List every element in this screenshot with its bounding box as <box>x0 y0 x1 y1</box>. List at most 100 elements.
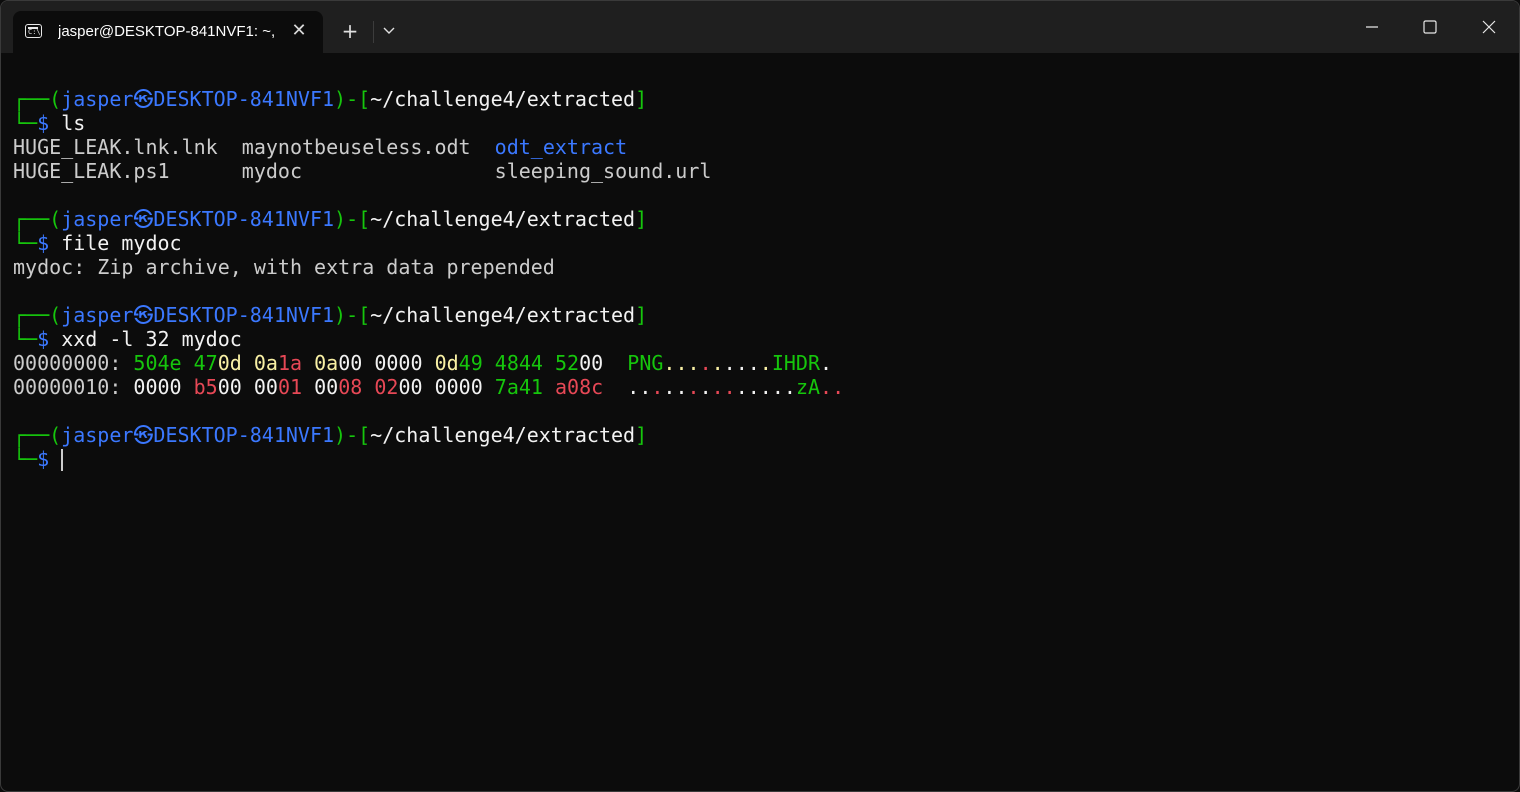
prompt-bracket: ] <box>635 303 648 327</box>
prompt-user: jasper <box>61 303 134 327</box>
output-segment: 0000 <box>133 375 182 399</box>
terminal-output[interactable]: ┌──(jasper㉿DESKTOP-841NVF1)-[~/challenge… <box>13 87 1519 791</box>
output-segment: . <box>820 351 833 375</box>
output-segment: a08c <box>555 375 604 399</box>
prompt-dollar: $ <box>37 447 50 471</box>
prompt-host: DESKTOP-841NVF1 <box>153 423 335 447</box>
output-segment: . <box>832 375 845 399</box>
prompt-corner: ┌──( <box>13 207 62 231</box>
output-segment: mydoc <box>241 159 495 183</box>
output-segment: . <box>820 375 833 399</box>
new-tab-button[interactable]: + <box>337 18 363 44</box>
output-segment: . <box>747 351 760 375</box>
prompt-path: ~/challenge4/extracted <box>370 87 636 111</box>
output-segment: 0d <box>434 351 459 375</box>
prompt-separator-icon: ㉿ <box>133 87 154 111</box>
prompt-host: DESKTOP-841NVF1 <box>153 303 335 327</box>
output-segment: 00 <box>253 375 278 399</box>
prompt-path: ~/challenge4/extracted <box>370 423 636 447</box>
output-segment: maynotbeuseless.odt <box>241 135 495 159</box>
output-segment: . <box>723 375 736 399</box>
prompt-separator-icon: ㉿ <box>133 303 154 327</box>
output-segment <box>362 351 374 375</box>
output-segment: 00 <box>579 351 604 375</box>
output-segment: . <box>711 375 724 399</box>
output-segment: 1a <box>277 351 303 375</box>
output-segment: 0000 <box>434 375 483 399</box>
prompt-line: ┌──(jasper㉿DESKTOP-841NVF1)-[~/challenge… <box>13 423 1519 447</box>
output-segment: . <box>651 375 664 399</box>
prompt-line: ┌──(jasper㉿DESKTOP-841NVF1)-[~/challenge… <box>13 87 1519 111</box>
prompt-corner: └─ <box>13 231 38 255</box>
output-segment <box>483 375 495 399</box>
output-segment: . <box>783 375 796 399</box>
output-segment: . <box>735 375 748 399</box>
output-segment: . <box>663 375 676 399</box>
prompt-bracket: )-[ <box>334 423 371 447</box>
output-segment: . <box>723 351 736 375</box>
prompt-bracket: ] <box>635 87 648 111</box>
command-line: └─$ file mydoc <box>13 231 1519 255</box>
output-segment <box>603 351 627 375</box>
output-segment: 00 <box>338 351 363 375</box>
output-segment: 7a41 <box>494 375 543 399</box>
output-segment: . <box>711 351 724 375</box>
output-segment: . <box>627 375 640 399</box>
prompt-separator-icon: ㉿ <box>133 423 154 447</box>
tab-close-icon[interactable]: ✕ <box>287 19 311 43</box>
tab-terminal[interactable]: C:\ jasper@DESKTOP-841NVF1: ~, ✕ <box>13 11 323 53</box>
output-segment: 00 <box>398 375 423 399</box>
minimize-button[interactable] <box>1343 1 1401 53</box>
terminal-icon-glyph: C:\ <box>28 28 41 36</box>
prompt-dollar: $ <box>37 111 50 135</box>
output-segment: 0000 <box>374 351 423 375</box>
command-line: └─$ xxd -l 32 mydoc <box>13 327 1519 351</box>
prompt-path: ~/challenge4/extracted <box>370 207 636 231</box>
output-segment: . <box>663 351 676 375</box>
prompt-user: jasper <box>61 207 134 231</box>
output-segment: 52 <box>555 351 580 375</box>
output-segment: . <box>639 375 652 399</box>
maximize-button[interactable] <box>1401 1 1459 53</box>
output-segment: HUGE_LEAK.lnk.lnk <box>13 135 242 159</box>
output-segment: . <box>687 375 700 399</box>
command-text: xxd -l 32 mydoc <box>61 327 242 351</box>
prompt-corner: └─ <box>13 327 38 351</box>
close-button[interactable] <box>1460 1 1518 53</box>
output-segment: 00000000: <box>13 351 134 375</box>
prompt-corner: └─ <box>13 111 38 135</box>
output-segment <box>423 351 435 375</box>
output-segment: 02 <box>374 375 399 399</box>
command-line: └─$ <box>13 447 1519 471</box>
output-segment: 00000010: <box>13 375 134 399</box>
output-segment: 0a <box>314 351 339 375</box>
output-segment: . <box>699 351 712 375</box>
output-segment: 00 <box>217 375 242 399</box>
output-segment <box>182 375 194 399</box>
output-segment: HUGE_LEAK.ps1 <box>13 159 242 183</box>
output-segment: 08 <box>338 375 363 399</box>
prompt-separator-icon: ㉿ <box>133 207 154 231</box>
prompt-bracket: )-[ <box>334 87 371 111</box>
text-cursor[interactable] <box>61 449 63 471</box>
output-segment <box>483 351 495 375</box>
command-text: file mydoc <box>61 231 182 255</box>
output-segment <box>182 351 194 375</box>
chevron-down-icon[interactable] <box>377 18 401 44</box>
terminal-icon: C:\ <box>25 24 42 38</box>
prompt-corner: ┌──( <box>13 87 62 111</box>
output-line: mydoc: Zip archive, with extra data prep… <box>13 255 1519 279</box>
output-segment: 01 <box>277 375 303 399</box>
title-bar: C:\ jasper@DESKTOP-841NVF1: ~, ✕ + <box>1 1 1519 53</box>
output-segment: . <box>759 351 772 375</box>
output-line: HUGE_LEAK.ps1 mydoc sleeping_sound.url <box>13 159 1519 183</box>
output-segment: 0d <box>217 351 242 375</box>
output-segment: 0a <box>253 351 278 375</box>
prompt-user: jasper <box>61 423 134 447</box>
output-segment <box>302 375 314 399</box>
